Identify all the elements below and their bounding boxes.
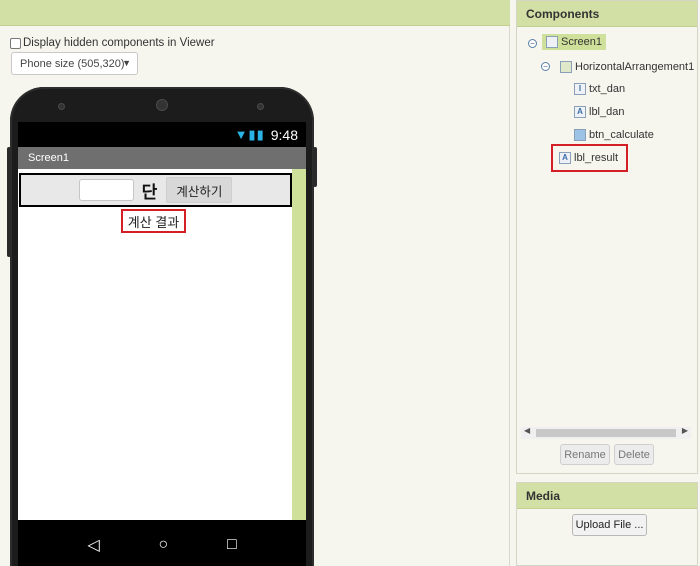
tree-item-lbl-dan[interactable]: A lbl_dan <box>574 106 624 118</box>
phone-camera-icon <box>156 99 168 111</box>
tree-item-label: txt_dan <box>589 83 626 95</box>
lbl-result[interactable]: 계산 결과 <box>121 209 186 233</box>
tree-item-label: btn_calculate <box>589 129 654 141</box>
tree-item-lbl-result[interactable]: A lbl_result <box>551 144 629 172</box>
scroll-thumb[interactable] <box>536 429 676 437</box>
viewer-header <box>0 0 510 26</box>
collapse-icon[interactable]: − <box>528 39 537 48</box>
tree-item-label: lbl_dan <box>589 106 625 118</box>
media-title: Media <box>517 483 697 509</box>
components-title: Components <box>517 1 697 27</box>
show-hidden-checkbox-row[interactable]: Display hidden components in Viewer <box>10 37 215 49</box>
tree-item-label: Screen1 <box>561 36 602 48</box>
tree-item-txt-dan[interactable]: I txt_dan <box>574 83 625 95</box>
delete-button[interactable]: Delete <box>614 444 654 465</box>
phone-screen: ▼▮▮ 9:48 Screen1 단 계산하기 계산 결과 ◁ ○ □ <box>18 122 306 566</box>
scroll-left-icon[interactable]: ◀ <box>524 426 530 435</box>
button-icon <box>574 129 586 141</box>
label-icon: A <box>574 106 586 118</box>
android-nav-bar: ◁ ○ □ <box>18 520 306 566</box>
tree-item-screen1[interactable]: Screen1 <box>542 34 606 50</box>
wifi-signal-battery-icon: ▼▮▮ <box>234 126 265 142</box>
show-hidden-checkbox[interactable] <box>10 37 21 49</box>
recents-icon: □ <box>226 535 237 553</box>
txt-dan-input[interactable] <box>78 179 134 201</box>
chevron-down-icon: ▼ <box>122 58 131 68</box>
rename-button[interactable]: Rename <box>560 444 610 465</box>
components-panel: Components − Screen1 − HorizontalArrange… <box>516 0 698 474</box>
collapse-icon[interactable]: − <box>541 62 550 71</box>
screen-title: Screen1 <box>28 152 69 164</box>
phone-size-value: Phone size (505,320) <box>20 57 125 70</box>
back-icon: ◁ <box>87 536 100 554</box>
horizontal-arrangement[interactable]: 단 계산하기 <box>19 173 292 207</box>
screen-icon <box>546 36 558 48</box>
tree-item-horizontalarrangement1[interactable]: HorizontalArrangement1 <box>560 61 694 73</box>
viewer-scrollbar[interactable] <box>292 169 306 520</box>
textbox-icon: I <box>574 83 586 95</box>
home-icon: ○ <box>158 535 169 553</box>
status-bar: ▼▮▮ 9:48 <box>18 122 306 147</box>
phone-volume-button <box>7 147 11 257</box>
tree-item-label: lbl_result <box>574 152 619 164</box>
upload-file-button[interactable]: Upload File ... <box>572 514 647 536</box>
lbl-dan: 단 <box>141 182 158 202</box>
app-area[interactable]: 단 계산하기 계산 결과 <box>18 169 306 520</box>
phone-size-select[interactable]: Phone size (505,320) ▼ <box>11 52 138 75</box>
status-time: 9:48 <box>270 126 298 143</box>
calculate-button[interactable]: 계산하기 <box>166 177 233 203</box>
screen-title-bar: Screen1 <box>18 147 306 169</box>
components-scrollbar[interactable]: ◀ ▶ <box>521 426 691 439</box>
phone-power-button <box>313 147 317 187</box>
label-icon: A <box>559 152 571 164</box>
phone-sensor-icon <box>257 103 264 110</box>
media-panel: Media Upload File ... <box>516 482 698 566</box>
phone-sensor-icon <box>58 103 65 110</box>
arrangement-icon <box>560 61 572 73</box>
phone-frame: ▼▮▮ 9:48 Screen1 단 계산하기 계산 결과 ◁ ○ □ <box>7 87 317 566</box>
scroll-right-icon[interactable]: ▶ <box>682 426 688 435</box>
show-hidden-label: Display hidden components in Viewer <box>23 37 215 49</box>
viewer-panel: Display hidden components in Viewer Phon… <box>0 0 510 566</box>
tree-item-label: HorizontalArrangement1 <box>575 61 695 73</box>
tree-item-btn-calculate[interactable]: btn_calculate <box>574 129 654 141</box>
